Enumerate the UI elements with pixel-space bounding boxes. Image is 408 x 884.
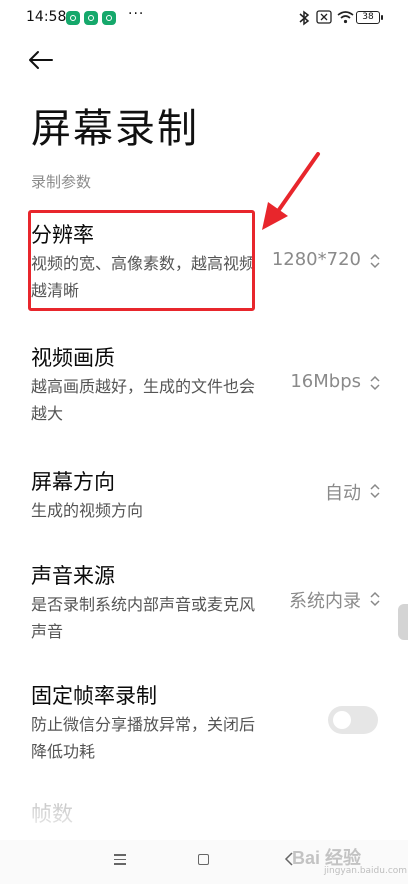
setting-video-quality[interactable]: 视频画质 越高画质越好，生成的文件也会越大 16Mbps [0,338,408,438]
setting-value: 1280*720 [271,249,361,270]
scroll-fade [0,780,408,840]
watermark-url: jingyan.baidu.com [324,866,408,876]
status-bar: 14:58 ··· 38 [0,0,408,36]
more-notifications-indicator: ··· [128,6,145,22]
chevron-up-down-icon [370,253,380,269]
chevron-up-down-icon [370,483,380,499]
app-notification-icon [84,11,98,25]
page-title: 屏幕录制 [31,106,199,152]
setting-description: 生成的视频方向 [31,501,144,520]
setting-title: 视频画质 [31,346,115,370]
setting-value: 系统内录 [289,591,361,612]
setting-title: 声音来源 [31,564,115,588]
highlight-box [28,210,255,311]
bluetooth-icon [299,10,310,26]
battery-icon: 38 [356,11,383,24]
menu-icon[interactable] [114,854,126,868]
setting-title: 屏幕方向 [31,470,115,494]
setting-value: 自动 [325,483,361,504]
wifi-icon [337,11,354,24]
annotation-arrow-icon [262,152,320,230]
fixed-frame-rate-toggle[interactable] [328,706,378,734]
chevron-up-down-icon [370,591,380,607]
setting-screen-orientation[interactable]: 屏幕方向 生成的视频方向 自动 [0,462,408,532]
status-time: 14:58 [26,9,67,25]
setting-audio-source[interactable]: 声音来源 是否录制系统内部声音或麦克风声音 系统内录 [0,556,408,656]
app-notification-icon [102,11,116,25]
section-header: 录制参数 [31,173,92,191]
chevron-up-down-icon [370,375,380,391]
setting-title: 固定帧率录制 [31,684,157,708]
home-icon[interactable] [198,854,209,865]
setting-description: 防止微信分享播放异常，关闭后降低功耗 [31,715,256,761]
setting-description: 越高画质越好，生成的文件也会越大 [31,377,256,423]
sim-off-icon [316,10,332,24]
setting-description: 是否录制系统内部声音或麦克风声音 [31,595,256,641]
app-notification-icon [66,11,80,25]
edge-handle[interactable] [398,604,408,640]
back-arrow-icon[interactable] [26,46,56,74]
setting-value: 16Mbps [290,371,361,392]
